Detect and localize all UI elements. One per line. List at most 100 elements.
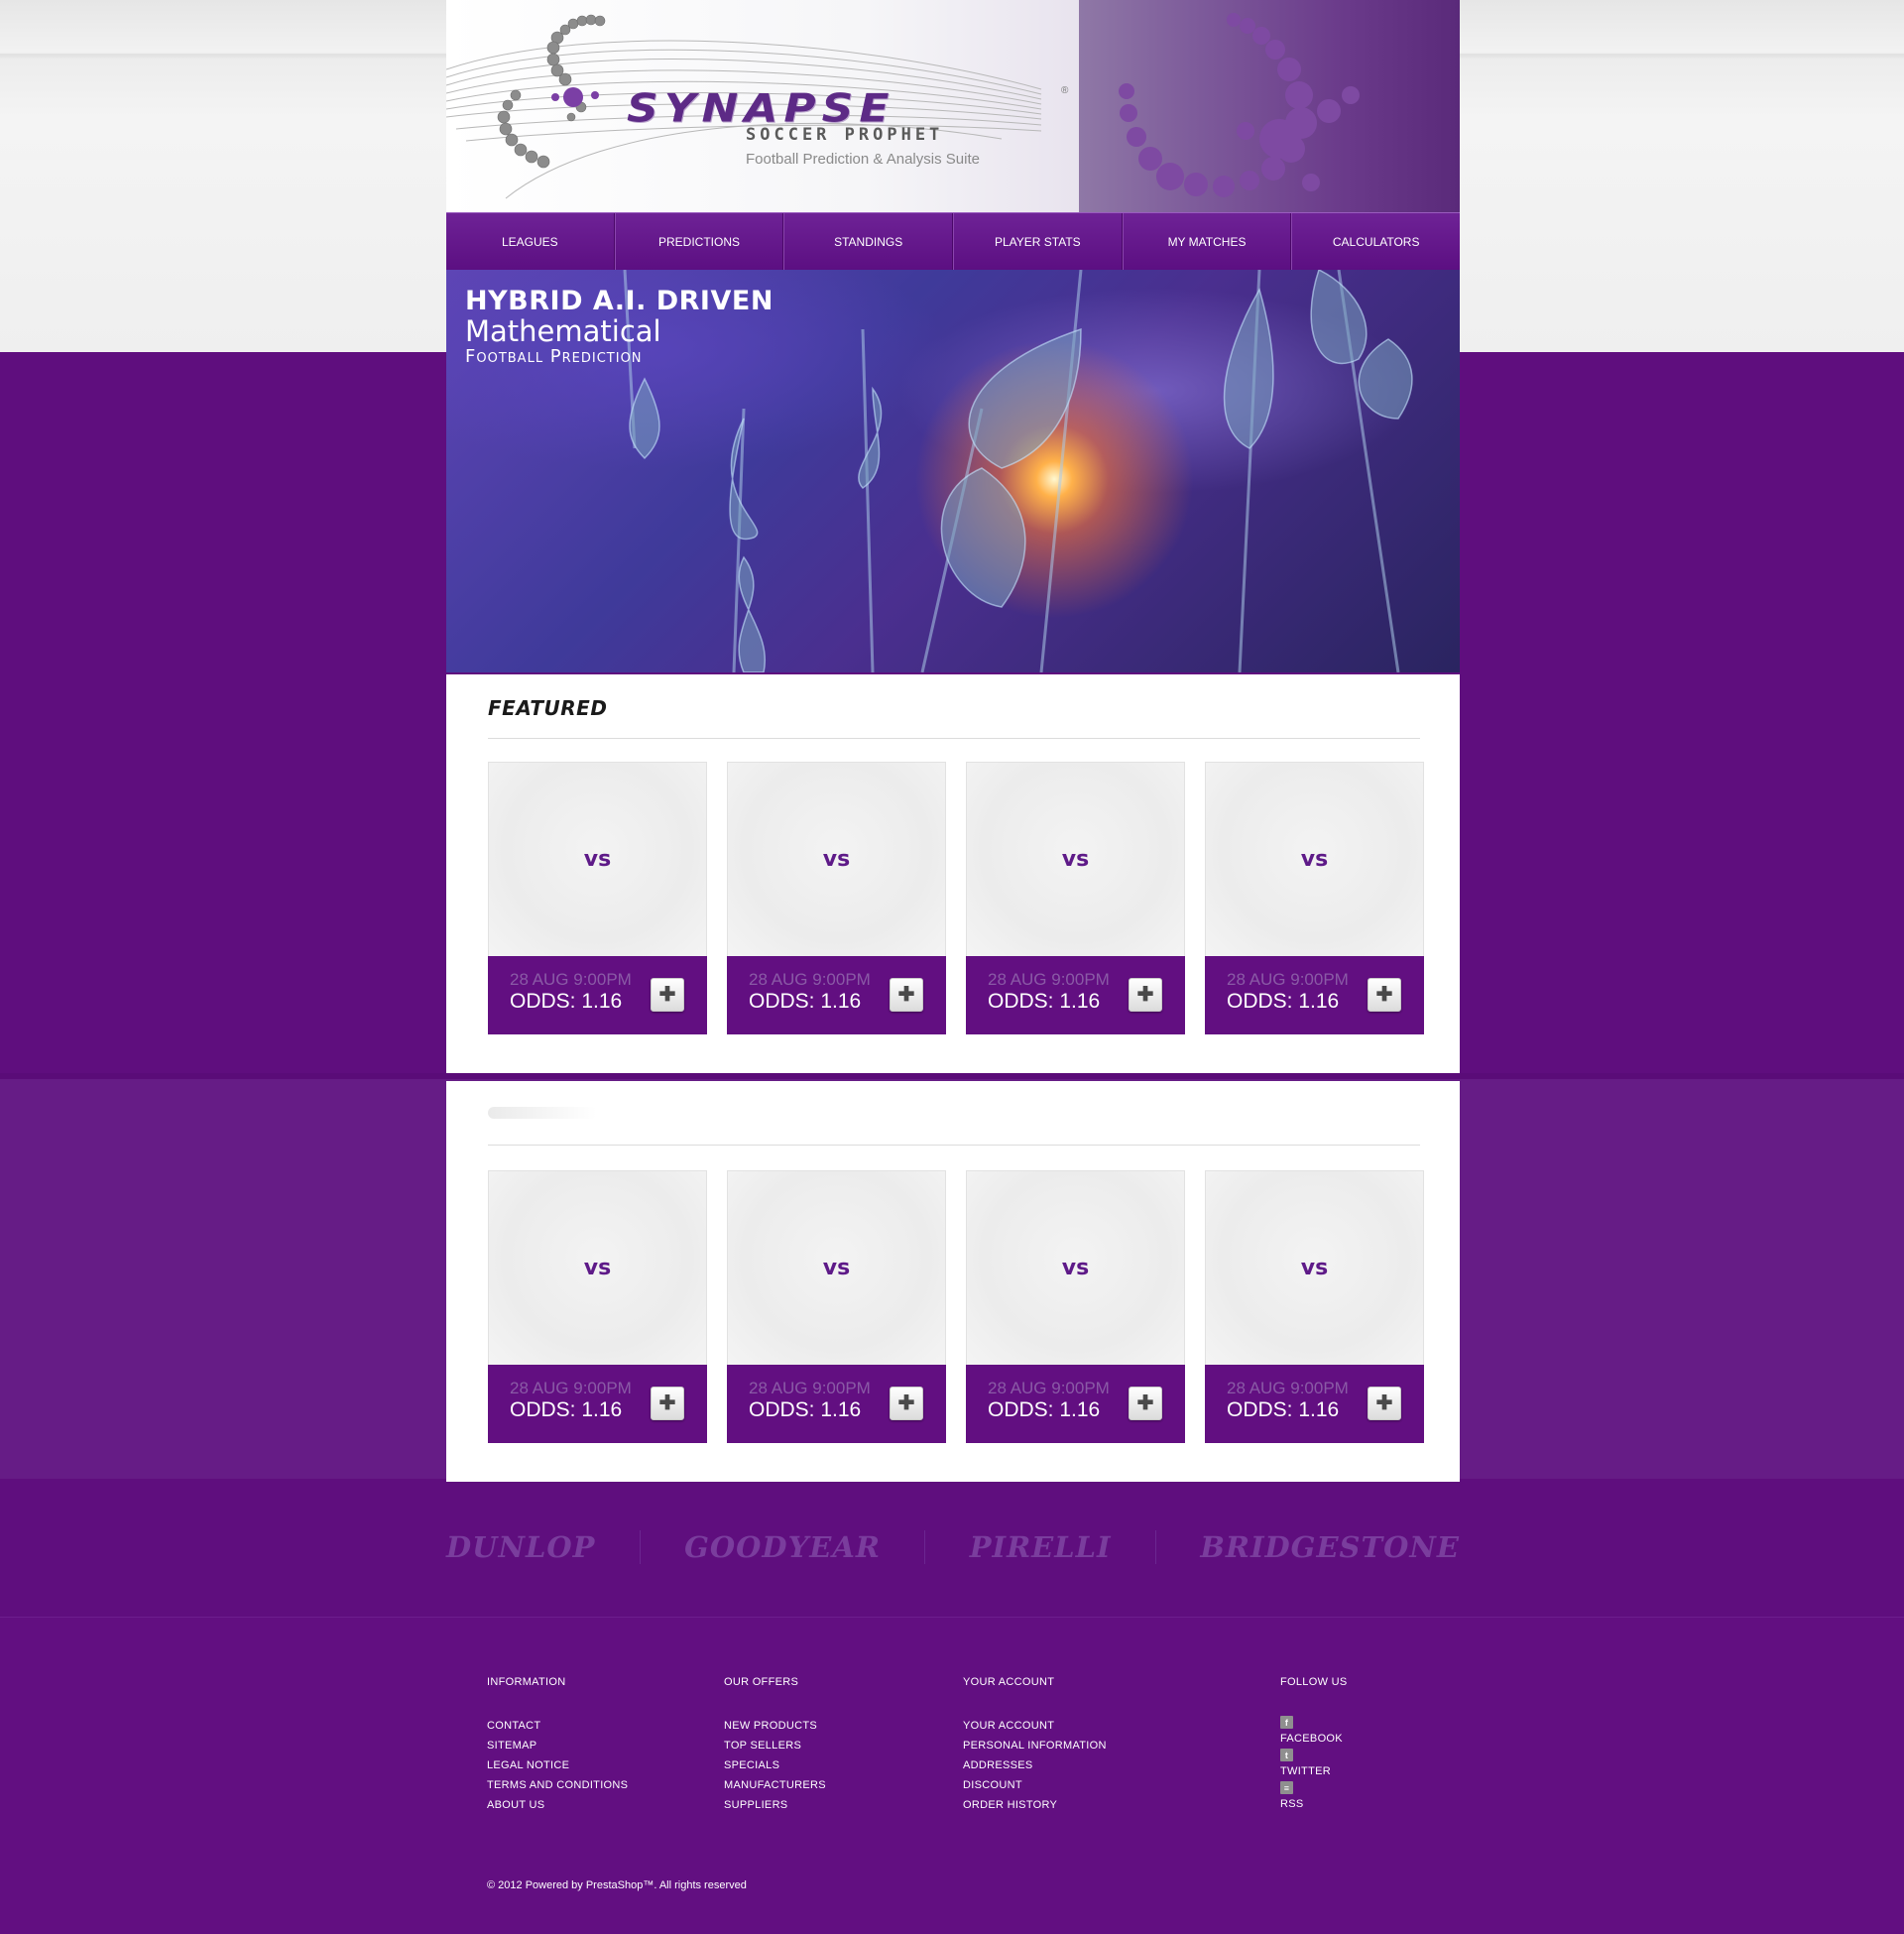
add-match-button[interactable]: ✚ [1129, 978, 1162, 1012]
match-card[interactable]: vs 28 AUG 9:00PM ODDS: 1.16 ✚ [727, 762, 946, 1034]
match-card-footer: 28 AUG 9:00PM ODDS: 1.16 ✚ [1205, 1365, 1424, 1443]
footer-information: INFORMATION CONTACT SITEMAP LEGAL NOTICE… [487, 1676, 628, 1815]
footer-link-rss[interactable]: ≡ RSS [1280, 1781, 1348, 1814]
facebook-icon: f [1280, 1716, 1293, 1729]
footer-heading: OUR OFFERS [724, 1676, 799, 1688]
match-card[interactable]: vs 28 AUG 9:00PM ODDS: 1.16 ✚ [966, 762, 1185, 1034]
plus-icon: ✚ [1375, 1392, 1393, 1414]
hero-banner: HYBRID A.I. DRIVEN Mathematical Football… [446, 270, 1460, 672]
main-column: SYNAPSE ® SOCCER PROPHET Football Predic… [446, 0, 1460, 672]
vs-label: vs [822, 1256, 851, 1280]
footer-columns: INFORMATION CONTACT SITEMAP LEGAL NOTICE… [487, 1676, 1419, 1825]
add-match-button[interactable]: ✚ [890, 1387, 923, 1420]
hero-title: HYBRID A.I. DRIVEN Mathematical Football… [465, 286, 774, 367]
social-label: TWITTER [1280, 1765, 1331, 1777]
match-card[interactable]: vs 28 AUG 9:00PM ODDS: 1.16 ✚ [1205, 1170, 1424, 1443]
footer-link-specials[interactable]: SPECIALS [724, 1755, 826, 1775]
match-card-image[interactable]: vs [727, 762, 946, 956]
add-match-button[interactable]: ✚ [651, 1387, 684, 1420]
match-odds: ODDS: 1.16 [749, 990, 862, 1013]
footer-link-contact[interactable]: CONTACT [487, 1716, 628, 1736]
footer-link-sitemap[interactable]: SITEMAP [487, 1736, 628, 1755]
panel-heading-placeholder [488, 1107, 597, 1119]
footer-link-new-products[interactable]: NEW PRODUCTS [724, 1716, 826, 1736]
footer-heading: YOUR ACCOUNT [963, 1676, 1055, 1688]
match-card-image[interactable]: vs [488, 1170, 707, 1365]
match-card-footer: 28 AUG 9:00PM ODDS: 1.16 ✚ [966, 1365, 1185, 1443]
add-match-button[interactable]: ✚ [651, 978, 684, 1012]
twitter-icon: t [1280, 1749, 1293, 1761]
logo-tagline: Football Prediction & Analysis Suite [746, 151, 980, 168]
match-date: 28 AUG 9:00PM [988, 1379, 1110, 1397]
footer-link-personal-info[interactable]: PERSONAL INFORMATION [963, 1736, 1107, 1755]
footer-link-manufacturers[interactable]: MANUFACTURERS [724, 1775, 826, 1795]
match-card[interactable]: vs 28 AUG 9:00PM ODDS: 1.16 ✚ [488, 762, 707, 1034]
add-match-button[interactable]: ✚ [890, 978, 923, 1012]
social-label: RSS [1280, 1798, 1304, 1810]
hero-headline: HYBRID A.I. DRIVEN [465, 286, 774, 316]
brand-logo-goodyear[interactable]: GOODYEAR [684, 1530, 881, 1564]
match-odds: ODDS: 1.16 [749, 1398, 862, 1421]
footer-link-about-us[interactable]: ABOUT US [487, 1795, 628, 1815]
footer-link-terms[interactable]: TERMS AND CONDITIONS [487, 1775, 628, 1795]
hero-tagline: Football Prediction [465, 346, 643, 367]
plus-icon: ✚ [897, 984, 915, 1006]
match-card-image[interactable]: vs [1205, 762, 1424, 956]
add-match-button[interactable]: ✚ [1368, 1387, 1401, 1420]
match-card-image[interactable]: vs [727, 1170, 946, 1365]
header-banner-graphic [1079, 0, 1460, 212]
vs-label: vs [822, 847, 851, 872]
nav-item-predictions[interactable]: PREDICTIONS [614, 213, 784, 270]
footer-link-facebook[interactable]: f FACEBOOK [1280, 1716, 1348, 1749]
nav-item-standings[interactable]: STANDINGS [783, 213, 954, 270]
footer-link-top-sellers[interactable]: TOP SELLERS [724, 1736, 826, 1755]
brand-logo-bridgestone[interactable]: BRIDGESTONE [1200, 1530, 1460, 1564]
vs-label: vs [583, 1256, 612, 1280]
add-match-button[interactable]: ✚ [1129, 1387, 1162, 1420]
footer-link-your-account[interactable]: YOUR ACCOUNT [963, 1716, 1107, 1736]
hero-subheadline: Mathematical [465, 314, 661, 348]
nav-item-my-matches[interactable]: MY MATCHES [1122, 213, 1292, 270]
footer-account: YOUR ACCOUNT YOUR ACCOUNT PERSONAL INFOR… [963, 1676, 1107, 1815]
match-card[interactable]: vs 28 AUG 9:00PM ODDS: 1.16 ✚ [727, 1170, 946, 1443]
match-card[interactable]: vs 28 AUG 9:00PM ODDS: 1.16 ✚ [966, 1170, 1185, 1443]
nav-item-player-stats[interactable]: PLAYER STATS [953, 213, 1123, 270]
match-card-footer: 28 AUG 9:00PM ODDS: 1.16 ✚ [966, 956, 1185, 1034]
match-date: 28 AUG 9:00PM [749, 970, 871, 989]
match-date: 28 AUG 9:00PM [510, 1379, 632, 1397]
vs-label: vs [1300, 847, 1329, 872]
featured-cards: vs 28 AUG 9:00PM ODDS: 1.16 ✚ vs 28 AUG … [488, 762, 1424, 1034]
match-date: 28 AUG 9:00PM [988, 970, 1110, 989]
plus-icon: ✚ [1136, 984, 1154, 1006]
match-card-image[interactable]: vs [966, 762, 1185, 956]
brand-logo-dunlop[interactable]: DUNLOP [446, 1530, 595, 1564]
footer-link-discount[interactable]: DISCOUNT [963, 1775, 1107, 1795]
panel-divider [488, 1145, 1420, 1146]
nav-item-leagues[interactable]: LEAGUES [446, 213, 615, 270]
match-card-image[interactable]: vs [1205, 1170, 1424, 1365]
match-odds: ODDS: 1.16 [510, 990, 623, 1013]
brand-separator [924, 1530, 926, 1564]
footer-link-twitter[interactable]: t TWITTER [1280, 1749, 1348, 1781]
plus-icon: ✚ [658, 984, 676, 1006]
match-odds: ODDS: 1.16 [1227, 1398, 1340, 1421]
vs-label: vs [1061, 847, 1090, 872]
site-header: SYNAPSE ® SOCCER PROPHET Football Predic… [446, 0, 1460, 212]
footer-link-legal-notice[interactable]: LEGAL NOTICE [487, 1755, 628, 1775]
match-card-footer: 28 AUG 9:00PM ODDS: 1.16 ✚ [727, 1365, 946, 1443]
add-match-button[interactable]: ✚ [1368, 978, 1401, 1012]
featured-heading: FEATURED [488, 696, 608, 720]
brand-logo-pirelli[interactable]: PIRELLI [970, 1530, 1112, 1564]
match-odds: ODDS: 1.16 [988, 1398, 1101, 1421]
match-card[interactable]: vs 28 AUG 9:00PM ODDS: 1.16 ✚ [488, 1170, 707, 1443]
match-card-image[interactable]: vs [966, 1170, 1185, 1365]
social-label: FACEBOOK [1280, 1733, 1343, 1745]
footer-link-order-history[interactable]: ORDER HISTORY [963, 1795, 1107, 1815]
match-card[interactable]: vs 28 AUG 9:00PM ODDS: 1.16 ✚ [1205, 762, 1424, 1034]
match-odds: ODDS: 1.16 [1227, 990, 1340, 1013]
footer-link-addresses[interactable]: ADDRESSES [963, 1755, 1107, 1775]
nav-item-calculators[interactable]: CALCULATORS [1291, 213, 1460, 270]
footer-link-suppliers[interactable]: SUPPLIERS [724, 1795, 826, 1815]
match-date: 28 AUG 9:00PM [749, 1379, 871, 1397]
match-card-image[interactable]: vs [488, 762, 707, 956]
